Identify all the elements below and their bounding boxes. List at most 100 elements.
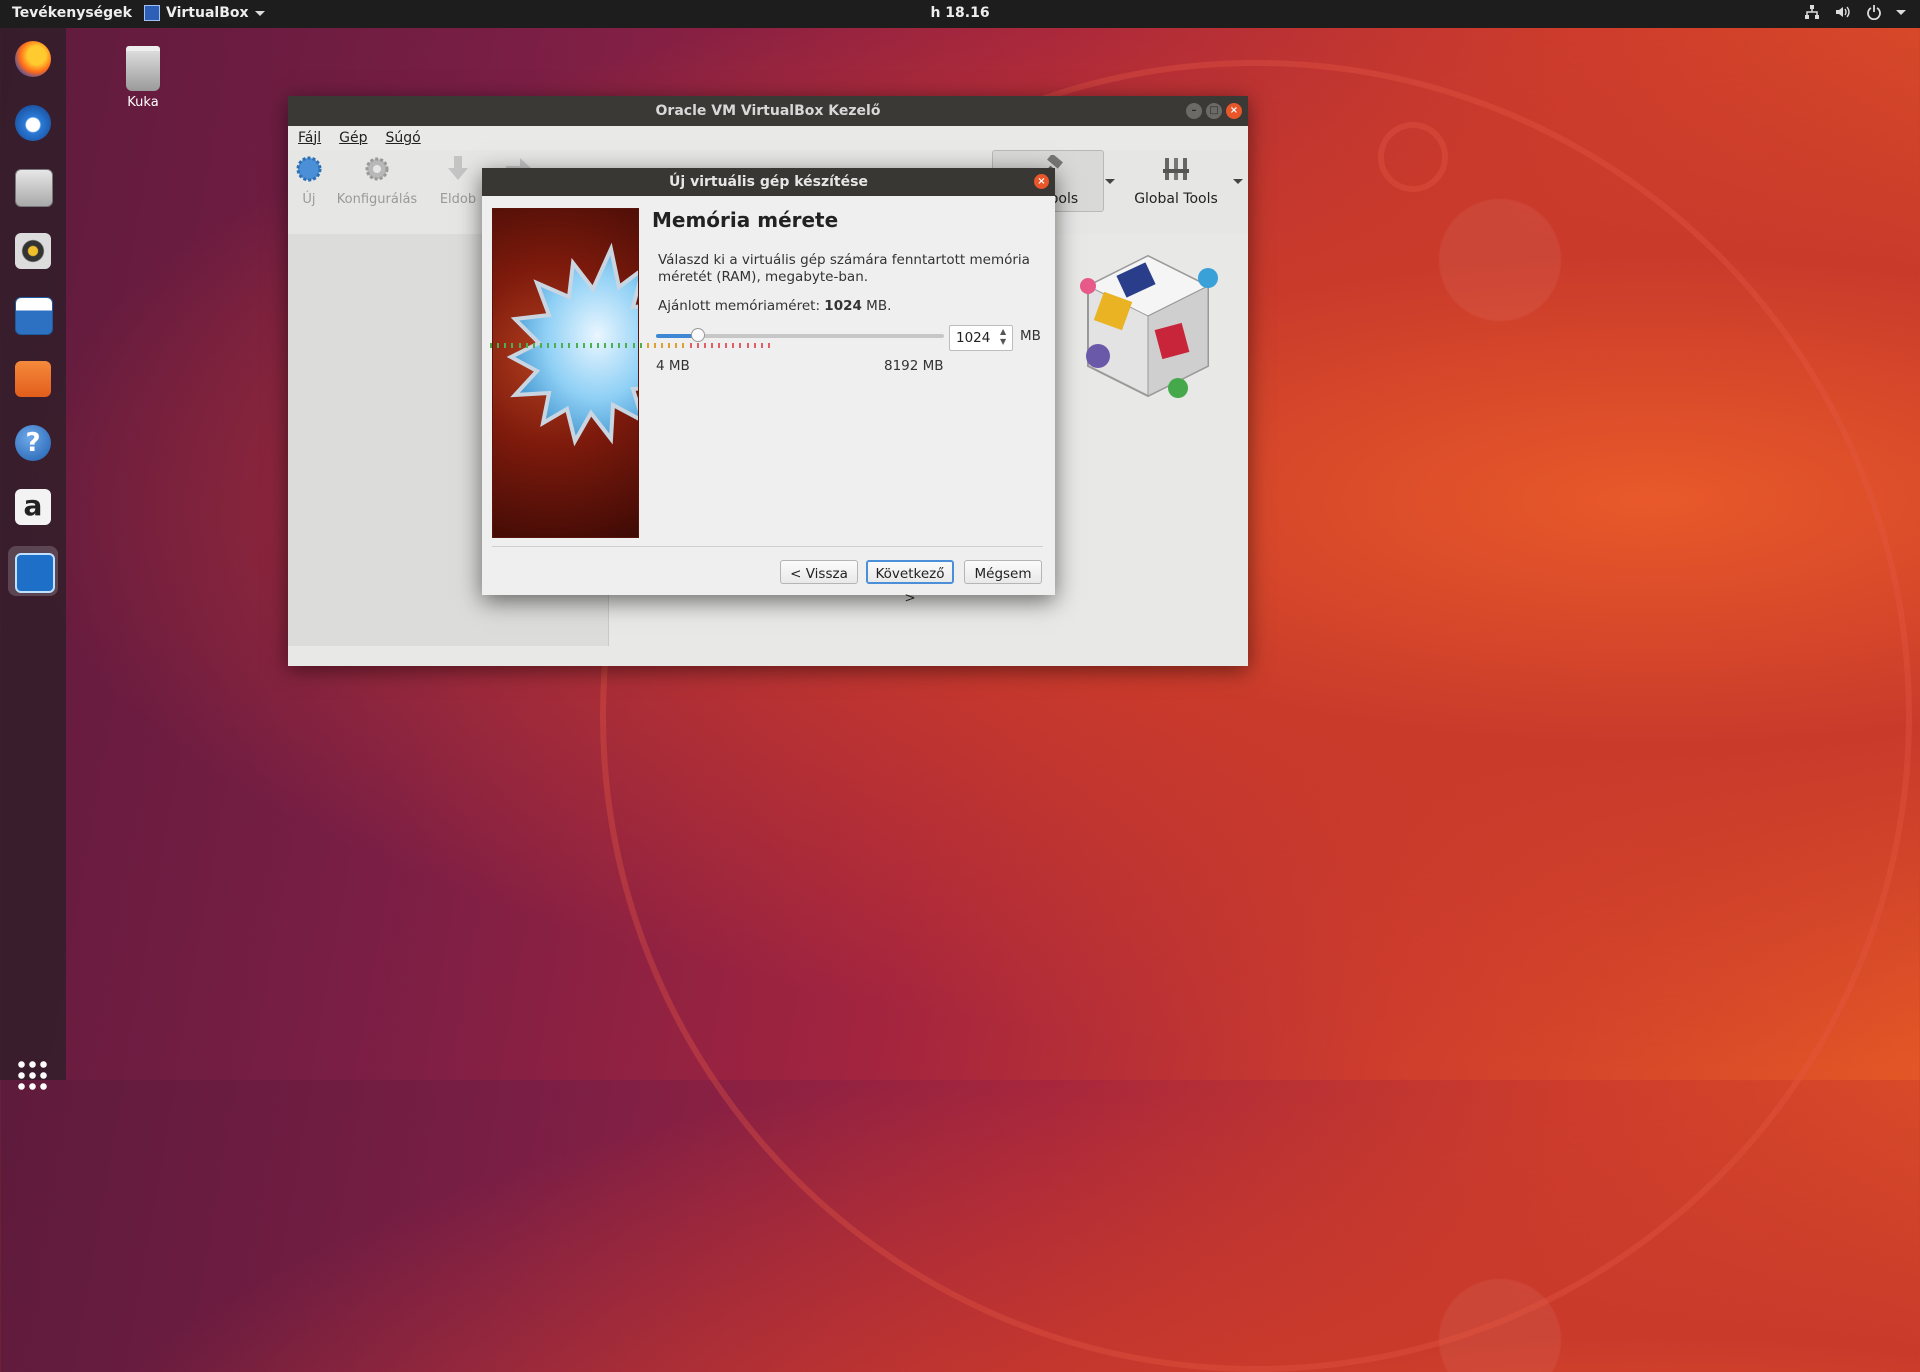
global-tools-label: Global Tools bbox=[1134, 191, 1218, 207]
recommended-prefix: Ajánlott memóriaméret: bbox=[658, 298, 820, 314]
dock-rhythmbox[interactable] bbox=[8, 226, 58, 276]
virtualbox-icon bbox=[144, 5, 160, 21]
recommended-memory: Ajánlott memóriaméret: 1024 MB. bbox=[658, 298, 891, 314]
app-menu[interactable]: VirtualBox bbox=[144, 5, 265, 21]
window-titlebar[interactable]: Oracle VM VirtualBox Kezelő – □ × bbox=[288, 96, 1248, 126]
wizard-banner-image bbox=[492, 208, 639, 538]
rhythmbox-icon bbox=[15, 233, 51, 269]
menu-help[interactable]: Súgó bbox=[386, 130, 421, 146]
next-button[interactable]: Következő > bbox=[866, 560, 954, 606]
virtualbox-mascot-image bbox=[1080, 254, 1218, 398]
chevron-down-icon bbox=[1105, 178, 1115, 184]
slider-tick bbox=[547, 343, 549, 348]
dock: ? a bbox=[0, 28, 66, 1091]
machine-tools-dropdown[interactable] bbox=[1104, 150, 1116, 212]
network-icon bbox=[1805, 5, 1819, 19]
maximize-button[interactable]: □ bbox=[1206, 103, 1222, 119]
trash-icon bbox=[126, 46, 160, 91]
slider-tick bbox=[633, 343, 635, 348]
dock-thunderbird[interactable] bbox=[8, 98, 58, 148]
memory-unit: MB bbox=[1020, 328, 1041, 344]
libreoffice-writer-icon bbox=[15, 297, 53, 335]
dock-software[interactable] bbox=[8, 354, 58, 404]
global-tools-dropdown[interactable] bbox=[1232, 150, 1244, 212]
slider-handle[interactable] bbox=[691, 328, 705, 342]
firefox-icon bbox=[15, 41, 51, 77]
dock-amazon[interactable]: a bbox=[8, 482, 58, 532]
slider-tick bbox=[561, 343, 563, 348]
slider-tick bbox=[504, 343, 506, 348]
download-arrow-icon bbox=[448, 156, 468, 180]
new-vm-icon bbox=[296, 156, 322, 182]
discard-button[interactable]: Eldob bbox=[434, 154, 482, 207]
slider-tick bbox=[625, 343, 627, 348]
close-button[interactable]: × bbox=[1226, 103, 1242, 119]
minimize-button[interactable]: – bbox=[1186, 103, 1202, 119]
slider-tick bbox=[675, 343, 677, 348]
wizard-description: Válaszd ki a virtuális gép számára fennt… bbox=[658, 252, 1030, 285]
slider-tick bbox=[640, 343, 642, 348]
slider-tick bbox=[711, 343, 713, 348]
slider-tick bbox=[682, 343, 684, 348]
wallpaper-ring-small bbox=[1378, 122, 1448, 192]
app-menu-label: VirtualBox bbox=[166, 5, 249, 21]
dialog-titlebar[interactable]: Új virtuális gép készítése × bbox=[482, 168, 1055, 196]
desktop-trash[interactable]: Kuka bbox=[106, 46, 180, 110]
slider-tick bbox=[583, 343, 585, 348]
chevron-down-icon bbox=[1896, 10, 1906, 15]
dock-files[interactable] bbox=[8, 162, 58, 212]
menu-bar: Fájl Gép Súgó bbox=[288, 126, 1248, 150]
spin-arrows[interactable]: ▲ ▼ bbox=[1000, 327, 1010, 347]
slider-tick bbox=[661, 343, 663, 348]
system-tray[interactable] bbox=[1804, 4, 1906, 20]
clock[interactable]: h 18.16 bbox=[930, 5, 989, 21]
slider-tick bbox=[597, 343, 599, 348]
new-label: Új bbox=[302, 192, 316, 207]
slider-tick bbox=[611, 343, 613, 348]
software-center-icon bbox=[15, 361, 51, 397]
slider-tick bbox=[761, 343, 763, 348]
recommended-suffix: MB. bbox=[866, 298, 892, 314]
slider-tick bbox=[647, 343, 649, 348]
close-icon[interactable]: × bbox=[1034, 174, 1049, 189]
thunderbird-icon bbox=[15, 105, 51, 141]
slider-tick bbox=[747, 343, 749, 348]
activities-button[interactable]: Tevékenységek bbox=[12, 5, 132, 21]
dock-firefox[interactable] bbox=[8, 34, 58, 84]
menu-machine[interactable]: Gép bbox=[339, 130, 367, 146]
global-tools-button[interactable]: Global Tools bbox=[1120, 150, 1232, 212]
recommended-value: 1024 bbox=[824, 298, 862, 314]
window-title: Oracle VM VirtualBox Kezelő bbox=[655, 103, 881, 119]
show-applications-icon[interactable] bbox=[16, 1059, 48, 1091]
slider-tick bbox=[754, 343, 756, 348]
slider-tick bbox=[768, 343, 770, 348]
dock-system-monitor[interactable] bbox=[8, 546, 58, 596]
chevron-down-icon bbox=[254, 10, 265, 16]
discard-label: Eldob bbox=[439, 192, 477, 207]
slider-tick bbox=[554, 343, 556, 348]
dialog-title: Új virtuális gép készítése bbox=[669, 174, 868, 190]
chevron-down-icon bbox=[1233, 178, 1243, 184]
slider-tick bbox=[739, 343, 741, 348]
memory-input[interactable] bbox=[954, 329, 998, 347]
slider-tick bbox=[618, 343, 620, 348]
dock-help[interactable]: ? bbox=[8, 418, 58, 468]
slider-tick bbox=[526, 343, 528, 348]
cancel-button[interactable]: Mégsem bbox=[964, 560, 1042, 584]
memory-spinbox[interactable]: ▲▼ bbox=[949, 325, 1013, 351]
slider-tick bbox=[490, 343, 492, 348]
amazon-icon: a bbox=[15, 489, 51, 525]
menu-file[interactable]: Fájl bbox=[298, 130, 321, 146]
slider-tick bbox=[568, 343, 570, 348]
new-button[interactable]: Új bbox=[292, 154, 326, 207]
dock-writer[interactable] bbox=[8, 290, 58, 340]
slider-tick bbox=[690, 343, 692, 348]
settings-button[interactable]: Konfigurálás bbox=[332, 154, 422, 207]
trash-label: Kuka bbox=[127, 95, 159, 110]
top-bar: Tevékenységek VirtualBox h 18.16 bbox=[0, 0, 1920, 28]
power-icon bbox=[1867, 5, 1881, 20]
slider-ticks bbox=[490, 343, 770, 349]
back-button[interactable]: < Vissza bbox=[780, 560, 858, 584]
slider-tick bbox=[668, 343, 670, 348]
slider-tick bbox=[697, 343, 699, 348]
